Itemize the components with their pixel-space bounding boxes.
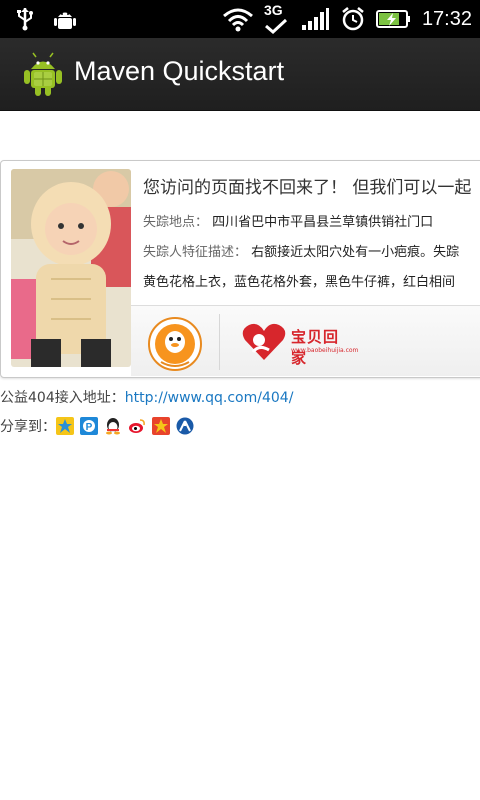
network-type-label: 3G xyxy=(263,2,283,18)
missing-location: 失踪地点： 四川省巴中市平昌县兰草镇供销社门口 xyxy=(143,211,433,230)
missing-features-label: 失踪人特征描述： xyxy=(143,245,248,260)
android-debug-icon xyxy=(54,12,76,29)
baobei-huijia-url: www.baobeihuijia.com xyxy=(291,347,359,354)
pengyou-icon[interactable]: P xyxy=(80,417,98,435)
missing-location-value: 四川省巴中市平昌县兰草镇供销社门口 xyxy=(212,215,434,230)
clock: 17:32 xyxy=(421,7,472,30)
share-label: 分享到： xyxy=(0,419,56,435)
logo-separator xyxy=(219,314,220,370)
android-icon[interactable] xyxy=(22,52,64,98)
renren-icon[interactable] xyxy=(176,417,194,435)
heart-icon xyxy=(242,323,286,360)
partner-logos: 宝贝回家 www.baobeihuijia.com xyxy=(131,306,480,376)
missing-child-card[interactable]: 您访问的页面找不回来了！ 但我们可以一起 失踪地点： 四川省巴中市平昌县兰草镇供… xyxy=(0,160,480,378)
url-label: 公益404接入地址： xyxy=(0,390,125,406)
card-title: 您访问的页面找不回来了！ 但我们可以一起 xyxy=(143,178,472,198)
url-line: 公益404接入地址：http://www.qq.com/404/ xyxy=(0,387,293,407)
alarm-icon xyxy=(342,7,364,31)
app-title: Maven Quickstart xyxy=(74,56,285,86)
qq-404-link[interactable]: http://www.qq.com/404/ xyxy=(125,390,294,406)
baobei-huijia-logo[interactable]: 宝贝回家 www.baobeihuijia.com xyxy=(241,320,358,367)
tencent-volunteer-logo[interactable] xyxy=(147,316,203,372)
wifi-icon xyxy=(222,8,253,32)
missing-features: 失踪人特征描述： 右额接近太阳穴处有一小疤痕。失踪 xyxy=(143,241,459,260)
usb-icon xyxy=(17,8,33,31)
action-bar: Maven Quickstart xyxy=(0,38,480,111)
missing-features-value: 右额接近太阳穴处有一小疤痕。失踪 xyxy=(251,245,460,260)
missing-location-label: 失踪地点： xyxy=(143,215,209,230)
3g-icon: 3G xyxy=(263,2,290,34)
qzone-icon[interactable] xyxy=(56,417,74,435)
svg-text:P: P xyxy=(86,422,93,433)
share-bar: 分享到： P xyxy=(0,416,200,436)
missing-clothing-value: 黄色花格上衣，蓝色花格外套，黑色牛仔裤，红白相间 xyxy=(143,275,456,290)
missing-clothing: 黄色花格上衣，蓝色花格外套，黑色牛仔裤，红白相间 xyxy=(143,271,455,290)
battery-charging-icon xyxy=(375,10,410,28)
shuoshuo-icon[interactable] xyxy=(152,417,170,435)
child-photo xyxy=(11,169,131,367)
weibo-icon[interactable] xyxy=(128,417,146,435)
signal-icon xyxy=(301,8,329,30)
status-bar: 3G 17:32 xyxy=(0,0,480,38)
qq-icon[interactable] xyxy=(104,417,122,435)
